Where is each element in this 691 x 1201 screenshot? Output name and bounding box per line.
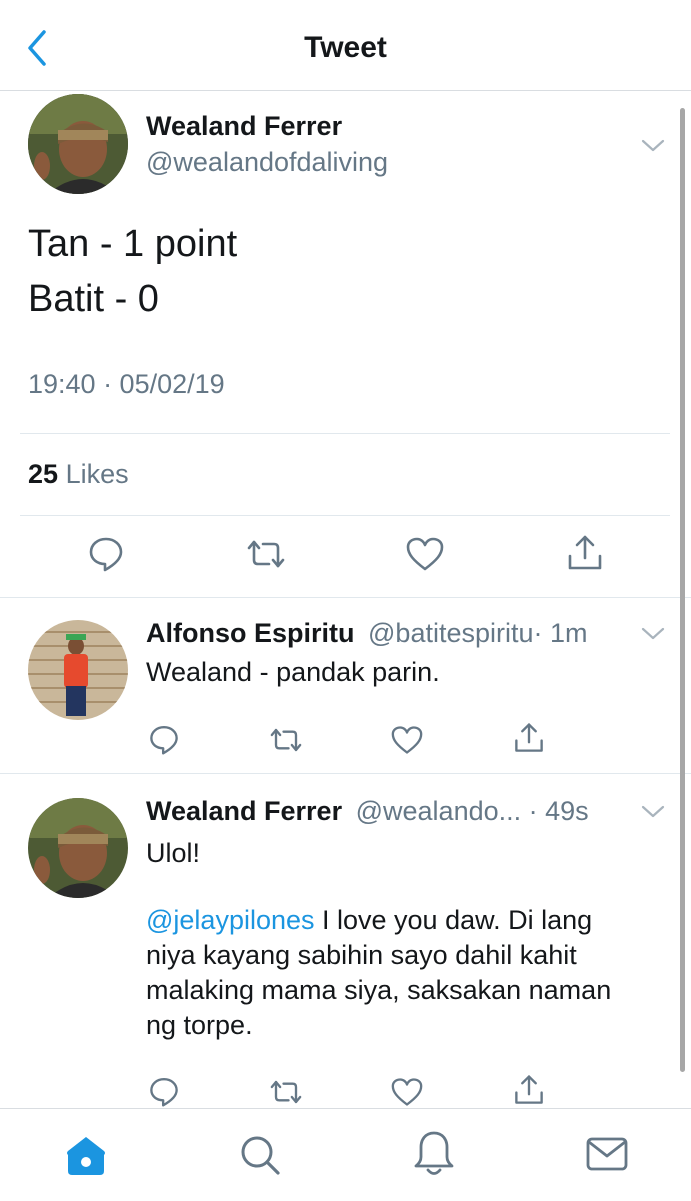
reply-icon: [150, 726, 178, 755]
author-avatar[interactable]: [28, 94, 128, 194]
reply-author-handle[interactable]: @batitespiritu: [368, 618, 533, 648]
avatar-image: [28, 798, 128, 898]
like-button[interactable]: [390, 1077, 424, 1107]
tweet-options-button[interactable]: [640, 136, 666, 154]
reply-avatar[interactable]: [28, 620, 128, 720]
tab-notifications[interactable]: [412, 1129, 456, 1179]
reply-button[interactable]: [148, 723, 180, 755]
reply-text: Wealand - pandak parin.: [146, 657, 440, 687]
author-name[interactable]: Wealand Ferrer: [146, 110, 342, 142]
reply-icon: [89, 537, 123, 572]
bottom-tab-bar: [0, 1108, 691, 1201]
chevron-down-icon: [641, 627, 665, 640]
reply-avatar[interactable]: [28, 798, 128, 898]
reply-author-handle[interactable]: @wealando...: [356, 796, 522, 826]
like-button[interactable]: [390, 725, 424, 755]
share-button[interactable]: [513, 722, 545, 754]
divider: [0, 597, 691, 598]
retweet-button[interactable]: [268, 1077, 304, 1107]
reply-header: Wealand Ferrer @wealando... · 49s: [146, 795, 589, 827]
tab-home[interactable]: [64, 1131, 108, 1179]
reply-text-line: @jelaypilones I love you daw. Di lang: [146, 903, 592, 937]
avatar-image: [28, 620, 128, 720]
likes-summary[interactable]: 25 Likes: [28, 458, 129, 490]
retweet-icon: [270, 1080, 302, 1104]
like-icon: [391, 726, 423, 754]
likes-label: Likes: [65, 459, 129, 489]
reply-text-line: Ulol!: [146, 838, 201, 868]
home-icon: [67, 1137, 105, 1175]
tab-search[interactable]: [238, 1133, 282, 1177]
like-icon: [406, 537, 444, 571]
scrollbar[interactable]: [680, 108, 685, 1072]
divider: [20, 433, 670, 434]
share-icon: [515, 1075, 543, 1104]
divider: [20, 515, 670, 516]
reply-text-line: ng torpe.: [146, 1010, 253, 1040]
top-navigation-bar: Tweet: [0, 0, 691, 91]
chevron-down-icon: [641, 805, 665, 818]
reply-text-fragment: I love you daw. Di lang: [314, 905, 593, 935]
reply-button[interactable]: [87, 534, 125, 572]
tweet-timestamp: 19:40 · 05/02/19: [28, 369, 225, 399]
reply-time: · 1m: [533, 618, 588, 648]
tweet-text-line: Tan - 1 point: [28, 223, 238, 265]
mention-link[interactable]: @jelaypilones: [146, 905, 315, 935]
reply-icon: [150, 1078, 178, 1107]
retweet-icon: [270, 728, 302, 752]
like-button[interactable]: [405, 536, 445, 572]
messages-icon: [586, 1137, 628, 1171]
share-button[interactable]: [513, 1074, 545, 1106]
reply-button[interactable]: [148, 1075, 180, 1107]
notifications-icon: [414, 1131, 454, 1175]
reply-author-name[interactable]: Alfonso Espiritu: [146, 618, 355, 648]
divider: [0, 773, 691, 774]
reply-header: Alfonso Espiritu @batitespiritu· 1m: [146, 617, 588, 649]
author-handle[interactable]: @wealandofdaliving: [146, 146, 388, 178]
retweet-icon: [247, 540, 285, 568]
chevron-down-icon: [641, 139, 665, 152]
like-icon: [391, 1078, 423, 1106]
reply-options-button[interactable]: [640, 802, 666, 820]
search-icon: [241, 1136, 280, 1175]
reply-text-line: malaking mama siya, saksakan naman: [146, 975, 612, 1005]
reply-author-name[interactable]: Wealand Ferrer: [146, 796, 342, 826]
share-button[interactable]: [566, 534, 604, 572]
tweet-text-line: Batit - 0: [28, 278, 159, 320]
share-icon: [515, 723, 543, 752]
retweet-button[interactable]: [245, 536, 287, 572]
avatar-image: [28, 94, 128, 194]
retweet-button[interactable]: [268, 725, 304, 755]
reply-options-button[interactable]: [640, 624, 666, 642]
tab-messages[interactable]: [585, 1135, 629, 1173]
share-icon: [568, 535, 602, 570]
reply-time: · 49s: [528, 796, 589, 826]
page-title: Tweet: [304, 31, 387, 64]
likes-count: 25: [28, 459, 59, 489]
reply-text-line: niya kayang sabihin sayo dahil kahit: [146, 940, 577, 970]
